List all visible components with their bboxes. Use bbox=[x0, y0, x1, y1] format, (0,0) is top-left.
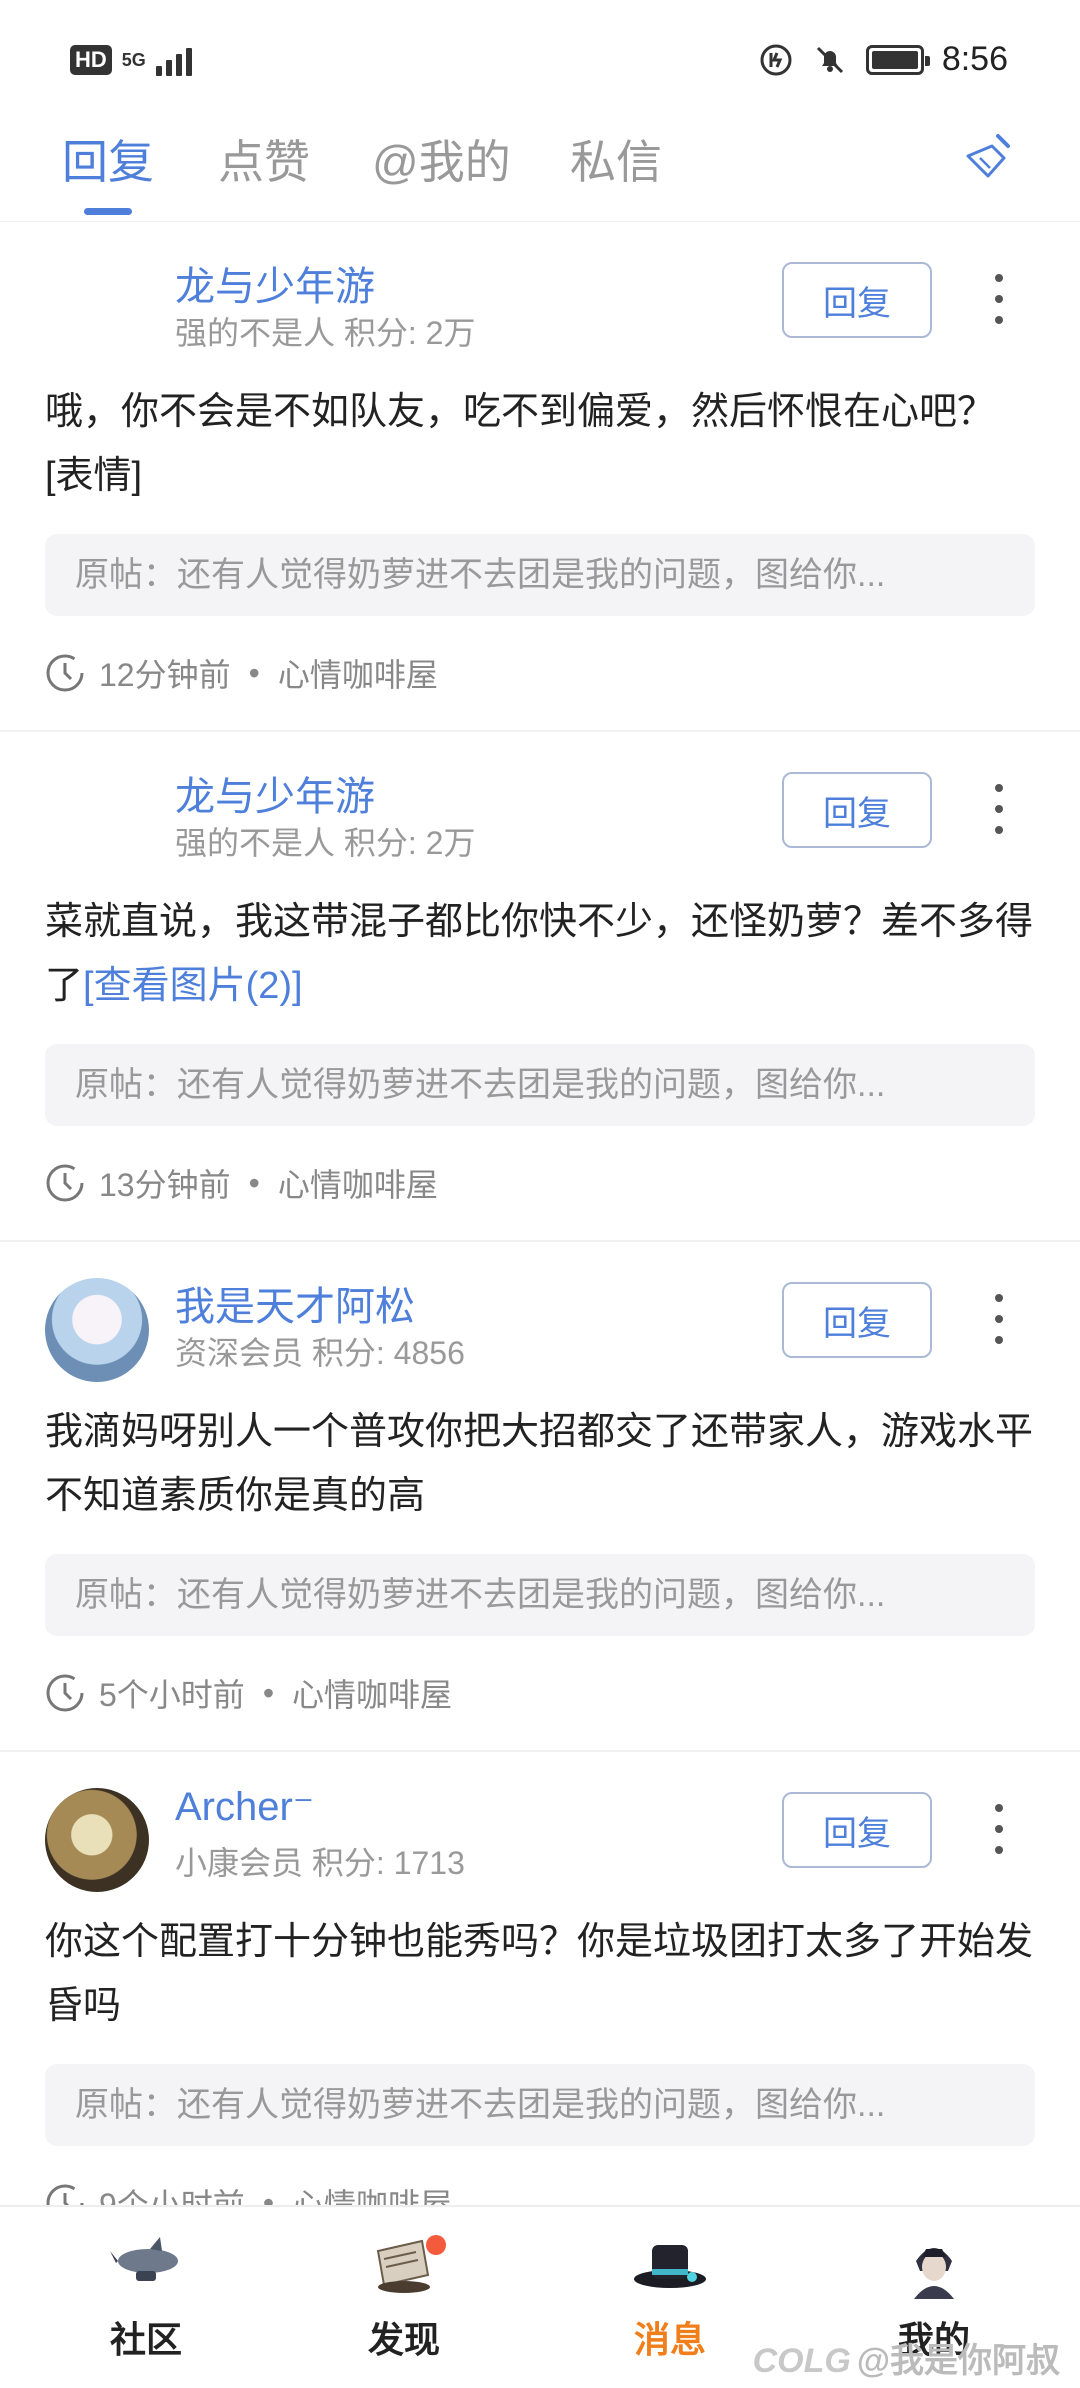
reply-list: 龙与少年游 强的不是人 积分: 2万 回复 哦，你不会是不如队友，吃不到偏爱，然… bbox=[0, 222, 1080, 2205]
forum-name[interactable]: 心情咖啡屋 bbox=[292, 1670, 452, 1716]
username[interactable]: Archer⁻ bbox=[175, 1784, 314, 1830]
status-bar-left: HD 5G bbox=[70, 44, 192, 76]
tab-mentions[interactable]: @我的 bbox=[372, 126, 511, 192]
reply-time: 13分钟前 bbox=[99, 1167, 231, 1203]
watermark: COLG @我是你阿叔 bbox=[753, 2333, 1060, 2382]
reply-card[interactable]: 龙与少年游 强的不是人 积分: 2万 回复 哦，你不会是不如队友，吃不到偏爱，然… bbox=[0, 222, 1080, 732]
data-saver-icon bbox=[760, 44, 792, 75]
status-bar: HD 5G 8:56 bbox=[0, 0, 1080, 118]
clock-icon bbox=[46, 1164, 84, 1202]
username[interactable]: 龙与少年游 bbox=[175, 254, 375, 312]
reply-meta: 12分钟前 • 心情咖啡屋 bbox=[45, 650, 438, 696]
reply-time: 5个小时前 bbox=[99, 1677, 245, 1713]
watermark-text: @我是你阿叔 bbox=[856, 2342, 1060, 2380]
clock: 8:56 bbox=[941, 40, 1008, 78]
reply-text: 哦，你不会是不如队友，吃不到偏爱，然后怀恨在心吧？[表情] bbox=[45, 380, 1035, 508]
user-meta: 强的不是人 积分: 2万 bbox=[175, 315, 476, 351]
reply-text-content: 我滴妈呀别人一个普攻你把大招都交了还带家人，游戏水平不知道素质你是真的高 bbox=[45, 1411, 1034, 1517]
separator-dot: • bbox=[248, 1164, 260, 1201]
reply-card[interactable]: 龙与少年游 强的不是人 积分: 2万 回复 菜就直说，我这带混子都比你快不少，还… bbox=[0, 732, 1080, 1242]
hat-icon bbox=[634, 2245, 706, 2288]
user-meta: 小康会员 积分: 1713 bbox=[175, 1845, 465, 1881]
reply-time: 12分钟前 bbox=[99, 657, 231, 693]
mute-icon bbox=[816, 46, 843, 73]
clock-icon bbox=[46, 1674, 84, 1712]
reply-text: 菜就直说，我这带混子都比你快不少，还怪奶萝？差不多得了[查看图片(2)] bbox=[45, 890, 1035, 1018]
signal-icon bbox=[155, 44, 192, 76]
avatar[interactable] bbox=[45, 1788, 149, 1892]
username[interactable]: 我是天才阿松 bbox=[175, 1274, 415, 1332]
avatar[interactable] bbox=[45, 1278, 149, 1382]
watermark-brand: COLG bbox=[752, 2342, 851, 2380]
nav-community[interactable]: 社区 bbox=[76, 2231, 216, 2363]
reply-card[interactable]: 我是天才阿松 资深会员 积分: 4856 回复 我滴妈呀别人一个普攻你把大招都交… bbox=[0, 1242, 1080, 1752]
reply-text-content: 你这个配置打十分钟也能秀吗？你是垃圾团打太多了开始发昏吗 bbox=[45, 1921, 1034, 2027]
original-post[interactable]: 原帖：还有人觉得奶萝进不去团是我的问题，图给你... bbox=[45, 534, 1035, 616]
airship-icon bbox=[110, 2237, 178, 2281]
notification-badge bbox=[426, 2235, 446, 2255]
avatar[interactable] bbox=[45, 768, 149, 872]
reply-button[interactable]: 回复 bbox=[782, 1792, 932, 1868]
original-post[interactable]: 原帖：还有人觉得奶萝进不去团是我的问题，图给你... bbox=[45, 1554, 1035, 1636]
forum-name[interactable]: 心情咖啡屋 bbox=[292, 2180, 452, 2205]
reply-meta: 9个小时前 • 心情咖啡屋 bbox=[45, 2180, 452, 2205]
status-bar-right: 8:56 bbox=[758, 40, 1008, 79]
separator-dot: • bbox=[262, 2184, 275, 2206]
nav-label: 发现 bbox=[367, 2319, 440, 2360]
broom-icon[interactable] bbox=[962, 130, 1018, 186]
hd-indicator: HD bbox=[70, 45, 112, 75]
clock-icon bbox=[46, 654, 84, 692]
more-options-icon[interactable] bbox=[984, 1804, 1014, 1854]
reply-time: 9个小时前 bbox=[99, 2187, 245, 2205]
nav-messages[interactable]: 消息 bbox=[600, 2231, 740, 2363]
reply-text: 我滴妈呀别人一个普攻你把大招都交了还带家人，游戏水平不知道素质你是真的高 bbox=[45, 1400, 1035, 1528]
reply-button[interactable]: 回复 bbox=[782, 262, 932, 338]
message-tabs: 回复 点赞 @我的 私信 bbox=[0, 118, 1080, 222]
profile-avatar-icon bbox=[914, 2248, 954, 2299]
tab-indicator bbox=[84, 208, 132, 215]
network-type: 5G bbox=[121, 50, 146, 70]
user-meta: 资深会员 积分: 4856 bbox=[175, 1335, 465, 1371]
clock-icon bbox=[46, 2184, 84, 2205]
reply-button[interactable]: 回复 bbox=[782, 772, 932, 848]
reply-meta: 5个小时前 • 心情咖啡屋 bbox=[45, 1670, 452, 1716]
view-images-link[interactable]: [查看图片(2)] bbox=[83, 965, 303, 1007]
reply-text-content: 哦，你不会是不如队友，吃不到偏爱，然后怀恨在心吧？[表情] bbox=[45, 391, 996, 497]
more-options-icon[interactable] bbox=[984, 274, 1014, 324]
nav-discover[interactable]: 发现 bbox=[334, 2231, 474, 2363]
more-options-icon[interactable] bbox=[984, 784, 1014, 834]
nav-label: 社区 bbox=[109, 2319, 182, 2360]
separator-dot: • bbox=[262, 1674, 275, 1711]
reply-button[interactable]: 回复 bbox=[782, 1282, 932, 1358]
bottom-navigation: 社区 发现 消息 我的 COLG @我是你阿叔 bbox=[0, 2205, 1080, 2388]
reply-card[interactable]: Archer⁻ 小康会员 积分: 1713 回复 你这个配置打十分钟也能秀吗？你… bbox=[0, 1752, 1080, 2205]
more-options-icon[interactable] bbox=[984, 1294, 1014, 1344]
reply-meta: 13分钟前 • 心情咖啡屋 bbox=[45, 1160, 438, 1206]
tab-likes[interactable]: 点赞 bbox=[218, 126, 310, 192]
tab-replies[interactable]: 回复 bbox=[62, 126, 154, 192]
forum-name[interactable]: 心情咖啡屋 bbox=[278, 1160, 438, 1206]
tab-private-messages[interactable]: 私信 bbox=[570, 126, 662, 192]
avatar[interactable] bbox=[45, 258, 149, 362]
reply-text: 你这个配置打十分钟也能秀吗？你是垃圾团打太多了开始发昏吗 bbox=[45, 1910, 1035, 2038]
username[interactable]: 龙与少年游 bbox=[175, 764, 375, 822]
separator-dot: • bbox=[248, 654, 260, 691]
original-post[interactable]: 原帖：还有人觉得奶萝进不去团是我的问题，图给你... bbox=[45, 1044, 1035, 1126]
user-meta: 强的不是人 积分: 2万 bbox=[175, 825, 476, 861]
original-post[interactable]: 原帖：还有人觉得奶萝进不去团是我的问题，图给你... bbox=[45, 2064, 1035, 2146]
forum-name[interactable]: 心情咖啡屋 bbox=[278, 650, 438, 696]
battery-icon bbox=[865, 44, 930, 75]
nav-label: 消息 bbox=[633, 2319, 706, 2360]
